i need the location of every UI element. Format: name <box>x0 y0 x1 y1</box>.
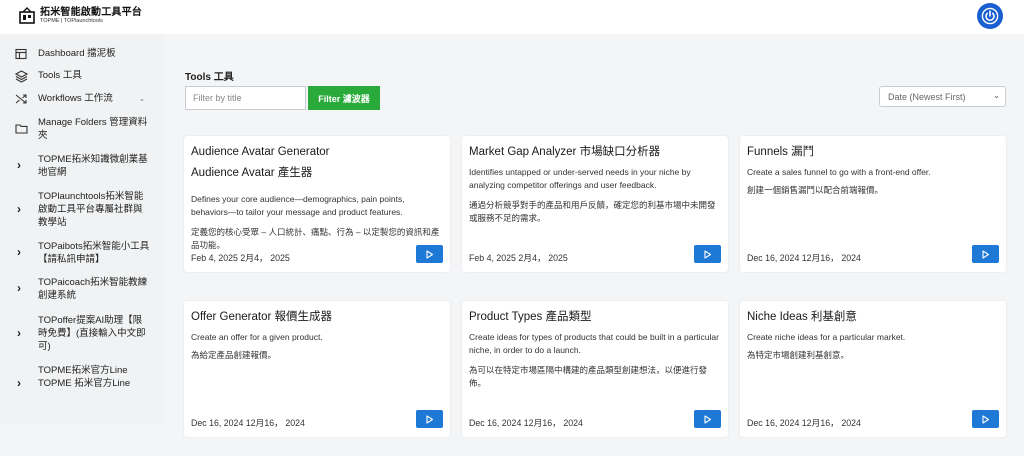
logo-subtitle: TOPME | TOPlaunchtools <box>40 18 103 24</box>
card-date: Dec 16, 2024 12月16， 2024 <box>747 253 861 263</box>
card-description-zh: 創建一個銷售漏鬥以配合前端報價。 <box>747 185 884 195</box>
logo-icon <box>18 7 36 25</box>
logo-title: 拓米智能啟動工具平台 <box>40 7 142 18</box>
sidebar-item-topme-line[interactable]: › TOPME拓米官方Line TOPME 拓米官方Line <box>0 364 164 404</box>
card-title: Product Types 產品類型 <box>469 311 592 323</box>
card-date: Dec 16, 2024 12月16， 2024 <box>469 418 583 428</box>
sidebar-item-topaibots[interactable]: › TOPaibots拓米智能小工具【請私訊申請】 <box>0 240 164 266</box>
card-description: Create niche ideas for a particular mark… <box>747 332 906 342</box>
tool-card-audience-avatar[interactable]: Audience Avatar Generator Audience Avata… <box>184 136 450 272</box>
card-description-zh: 為給定產品創建報價。 <box>191 350 277 360</box>
chevron-right-icon: › <box>17 281 21 295</box>
power-icon <box>981 7 999 25</box>
play-icon <box>982 414 990 424</box>
run-tool-button[interactable] <box>972 410 999 428</box>
card-title: Offer Generator 報價生成器 <box>191 311 333 323</box>
card-description: Identifies untapped or under-served need… <box>469 167 691 190</box>
top-header: 拓米智能啟動工具平台 TOPME | TOPlaunchtools <box>0 0 1024 34</box>
filter-input[interactable] <box>185 86 306 110</box>
sidebar-item-toplaunchtools[interactable]: › TOPlaunchtools拓米智能啟動工具平台專屬社群與教學站 <box>0 190 164 230</box>
play-icon <box>704 249 712 259</box>
card-date: Dec 16, 2024 12月16， 2024 <box>191 418 305 428</box>
sidebar-item-label: Dashboard 擋泥板 <box>38 48 116 59</box>
sidebar-item-topme-site[interactable]: › TOPME拓米知識微創業基地官網 <box>0 153 164 179</box>
card-description: Create an offer for a given product. <box>191 332 323 342</box>
sidebar-item-label: Tools 工具 <box>38 70 82 81</box>
card-description: Defines your core audience—demographics,… <box>191 194 405 217</box>
sidebar-item-label: TOPME拓米知識微創業基地官網 <box>38 154 148 178</box>
sidebar: Dashboard 擋泥板 Tools 工具 Workflows 工作流 ⌄ M… <box>0 34 164 423</box>
tool-card-market-gap[interactable]: Market Gap Analyzer 市場缺口分析器 Identifies u… <box>462 136 728 272</box>
play-icon <box>426 249 434 259</box>
card-subtitle: Audience Avatar 產生器 <box>191 167 313 179</box>
tool-card-niche-ideas[interactable]: Niche Ideas 利基創意 Create niche ideas for … <box>740 301 1006 437</box>
chevron-right-icon: › <box>17 376 21 390</box>
sidebar-item-topoffer[interactable]: › TOPoffer提案AI助理【限時免費】(直接輸入中文即可) <box>0 314 164 354</box>
sidebar-item-label: TOPME拓米官方Line TOPME 拓米官方Line <box>38 365 131 389</box>
sidebar-item-label: Manage Folders 管理資料夾 <box>38 117 148 141</box>
sidebar-item-tools[interactable]: Tools 工具 <box>0 69 164 83</box>
card-description: Create ideas for types of products that … <box>469 332 719 355</box>
tool-card-funnels[interactable]: Funnels 漏鬥 Create a sales funnel to go w… <box>740 136 1006 272</box>
power-button[interactable] <box>977 3 1003 29</box>
sidebar-item-label: TOPoffer提案AI助理【限時免費】(直接輸入中文即可) <box>38 315 146 352</box>
card-title: Market Gap Analyzer 市場缺口分析器 <box>469 146 661 158</box>
chevron-right-icon: › <box>17 202 21 216</box>
card-description-zh: 為特定市場創建利基創意。 <box>747 350 850 360</box>
card-date: Dec 16, 2024 12月16， 2024 <box>747 418 861 428</box>
sidebar-item-workflows[interactable]: Workflows 工作流 ⌄ <box>0 92 164 106</box>
card-date: Feb 4, 2025 2月4， 2025 <box>191 253 290 263</box>
card-title: Funnels 漏鬥 <box>747 146 815 158</box>
shuffle-icon <box>14 92 28 106</box>
chevron-down-icon: ⌄ <box>993 91 1000 100</box>
chevron-right-icon: › <box>17 245 21 259</box>
app-logo[interactable]: 拓米智能啟動工具平台 TOPME | TOPlaunchtools <box>18 7 142 25</box>
dashboard-icon <box>14 47 28 61</box>
tool-card-product-types[interactable]: Product Types 產品類型 Create ideas for type… <box>462 301 728 437</box>
play-icon <box>704 414 712 424</box>
run-tool-button[interactable] <box>416 245 443 263</box>
chevron-right-icon: › <box>17 158 21 172</box>
run-tool-button[interactable] <box>972 245 999 263</box>
card-date: Feb 4, 2025 2月4， 2025 <box>469 253 568 263</box>
chevron-right-icon: › <box>17 326 21 340</box>
run-tool-button[interactable] <box>416 410 443 428</box>
sort-select-value: Date (Newest First) <box>888 91 966 102</box>
sidebar-item-topaicoach[interactable]: › TOPaicoach拓米智能教練創建系統 <box>0 276 164 302</box>
play-icon <box>426 414 434 424</box>
sidebar-item-label: TOPlaunchtools拓米智能啟動工具平台專屬社群與教學站 <box>38 191 144 228</box>
card-description-zh: 定義您的核心受眾 – 人口統計、痛點、行為 – 以定製您的資訊和產品功能。 <box>191 227 440 250</box>
run-tool-button[interactable] <box>694 245 721 263</box>
card-title: Audience Avatar Generator <box>191 146 330 158</box>
sidebar-item-dashboard[interactable]: Dashboard 擋泥板 <box>0 47 164 61</box>
card-title: Niche Ideas 利基創意 <box>747 311 857 323</box>
run-tool-button[interactable] <box>694 410 721 428</box>
page-title: Tools 工具 <box>185 72 234 83</box>
sidebar-item-manage-folders[interactable]: Manage Folders 管理資料夾 <box>0 116 164 142</box>
card-description-zh: 為可以在特定市場區隔中構建的產品類型創建想法，以便進行發佈。 <box>469 365 708 388</box>
sidebar-item-label: Workflows 工作流 <box>38 93 113 104</box>
card-description: Create a sales funnel to go with a front… <box>747 167 931 177</box>
chevron-down-icon: ⌄ <box>139 96 145 103</box>
layers-icon <box>14 69 28 83</box>
filter-button[interactable]: Filter 濾波器 <box>308 86 380 110</box>
sort-select[interactable]: Date (Newest First) ⌄ <box>879 86 1006 107</box>
play-icon <box>982 249 990 259</box>
sidebar-item-label: TOPaicoach拓米智能教練創建系統 <box>38 277 148 301</box>
tool-card-offer-generator[interactable]: Offer Generator 報價生成器 Create an offer fo… <box>184 301 450 437</box>
card-description-zh: 通過分析競爭對手的產品和用戶反饋，確定您的利基市場中未開發或服務不足的需求。 <box>469 200 716 223</box>
sidebar-item-label: TOPaibots拓米智能小工具【請私訊申請】 <box>38 241 150 265</box>
folder-icon <box>14 121 28 135</box>
